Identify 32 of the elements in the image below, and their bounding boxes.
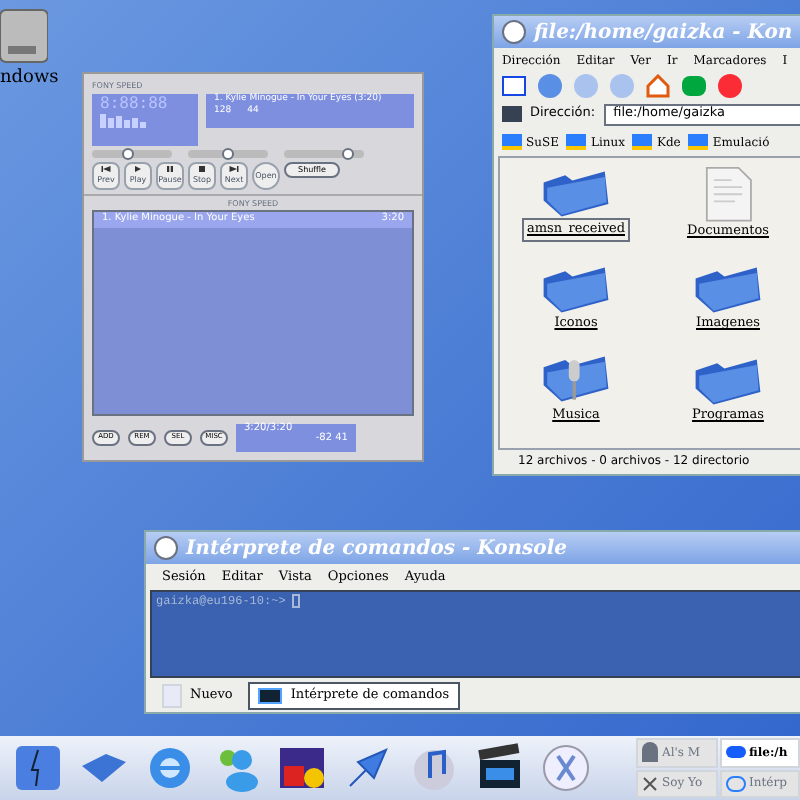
folder-with-microphone-icon	[540, 350, 612, 407]
window-title: Intérprete de comandos - Konsole	[186, 535, 567, 563]
window-menu-icon[interactable]	[154, 536, 178, 560]
volume-slider[interactable]	[92, 150, 172, 158]
x-logo-icon[interactable]	[540, 742, 592, 794]
slider-thumb[interactable]	[222, 148, 234, 160]
document-icon	[700, 166, 756, 223]
play-icon	[132, 166, 144, 172]
game-logo-icon[interactable]	[276, 742, 328, 794]
stop-icon	[196, 166, 208, 172]
e-logo-icon[interactable]	[144, 742, 196, 794]
window-icon[interactable]	[502, 76, 526, 96]
next-icon	[228, 166, 240, 172]
desktop-icon-label[interactable]: ndows	[0, 66, 59, 93]
close-icon	[642, 775, 658, 792]
time-display: 8:88:88	[100, 94, 170, 114]
seek-slider[interactable]	[284, 150, 364, 158]
previous-icon	[100, 166, 112, 172]
balance-slider[interactable]	[188, 150, 268, 158]
home-icon[interactable]	[646, 74, 670, 98]
slider-thumb[interactable]	[122, 148, 134, 160]
hard-drive-icon[interactable]	[0, 6, 48, 66]
window-menu-icon[interactable]	[502, 20, 526, 44]
slider-thumb[interactable]	[342, 148, 354, 160]
stop-icon[interactable]	[718, 74, 742, 98]
clapperboard-icon[interactable]	[474, 742, 526, 794]
pause-icon	[164, 166, 176, 172]
document-icon	[162, 683, 182, 707]
text-cursor	[292, 594, 301, 608]
person-icon	[642, 742, 658, 763]
spectrum-drawing	[100, 114, 146, 128]
window-title: file:/home/gaizka - Kon	[534, 19, 793, 47]
